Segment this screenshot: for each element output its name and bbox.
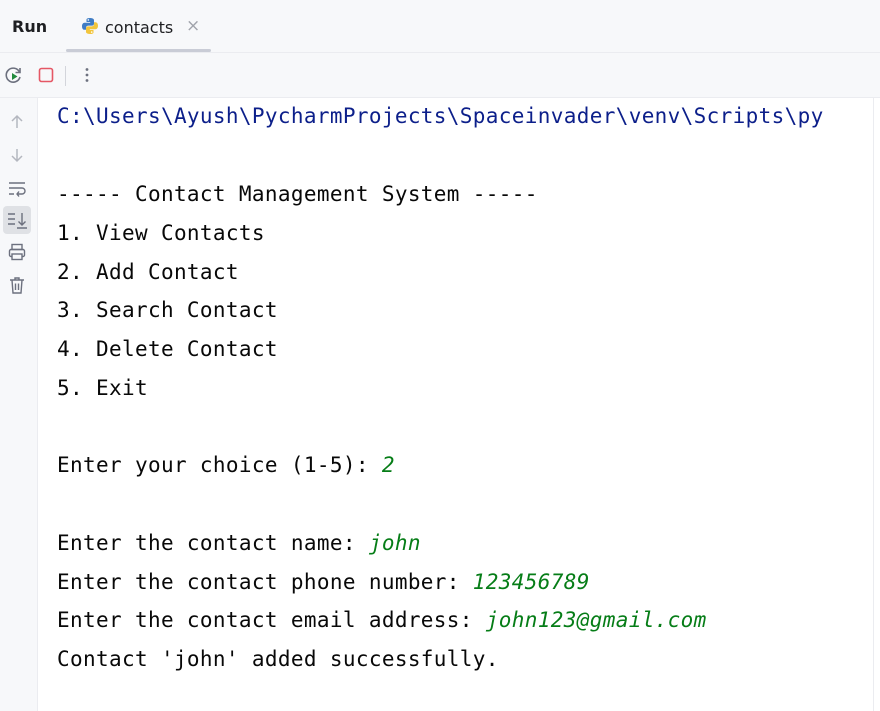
name-input-value: john	[368, 531, 421, 555]
scroll-to-end-icon[interactable]	[3, 206, 31, 234]
menu-title-line: ----- Contact Management System -----	[57, 182, 538, 206]
trash-icon[interactable]	[7, 275, 27, 295]
tab-label: contacts	[105, 18, 174, 37]
tab-contacts[interactable]: contacts ×	[66, 0, 211, 52]
print-icon[interactable]	[7, 242, 27, 262]
menu-item-line: 2. Add Contact	[57, 260, 239, 284]
name-line: Enter the contact name: john	[57, 531, 421, 555]
soft-wrap-icon[interactable]	[7, 178, 27, 198]
choice-line: Enter your choice (1-5): 2	[57, 453, 395, 477]
run-toolbar	[0, 53, 880, 98]
toolbar-divider	[65, 66, 66, 86]
close-icon[interactable]: ×	[186, 16, 200, 36]
menu-item-line: 3. Search Contact	[57, 298, 278, 322]
email-prompt: Enter the contact email address:	[57, 608, 486, 632]
email-line: Enter the contact email address: john123…	[57, 608, 707, 632]
python-icon	[81, 17, 99, 35]
rerun-icon[interactable]	[4, 65, 24, 85]
name-prompt: Enter the contact name:	[57, 531, 369, 555]
run-tool-title: Run	[12, 17, 48, 36]
active-tab-indicator	[66, 49, 211, 52]
email-input-value: john123@gmail.com	[485, 608, 707, 632]
phone-input-value: 123456789	[472, 570, 590, 594]
menu-item-line: 4. Delete Contact	[57, 337, 278, 361]
more-vertical-icon[interactable]	[77, 65, 97, 85]
console-side-toolbar	[0, 98, 38, 711]
menu-item-line: 1. View Contacts	[57, 221, 265, 245]
phone-prompt: Enter the contact phone number:	[57, 570, 473, 594]
result-line: Contact 'john' added successfully.	[57, 647, 499, 671]
run-tool-header: Run contacts ×	[0, 0, 880, 53]
choice-prompt: Enter your choice (1-5):	[57, 453, 382, 477]
vertical-scrollbar[interactable]	[873, 98, 880, 711]
arrow-up-icon[interactable]	[7, 112, 27, 132]
stop-icon[interactable]	[36, 65, 56, 85]
choice-input-value: 2	[381, 453, 395, 477]
interpreter-path-line: C:\Users\Ayush\PycharmProjects\Spaceinva…	[57, 104, 824, 128]
arrow-down-icon[interactable]	[7, 145, 27, 165]
menu-item-line: 5. Exit	[57, 376, 148, 400]
phone-line: Enter the contact phone number: 12345678…	[57, 570, 590, 594]
console-output[interactable]: C:\Users\Ayush\PycharmProjects\Spaceinva…	[57, 98, 873, 711]
